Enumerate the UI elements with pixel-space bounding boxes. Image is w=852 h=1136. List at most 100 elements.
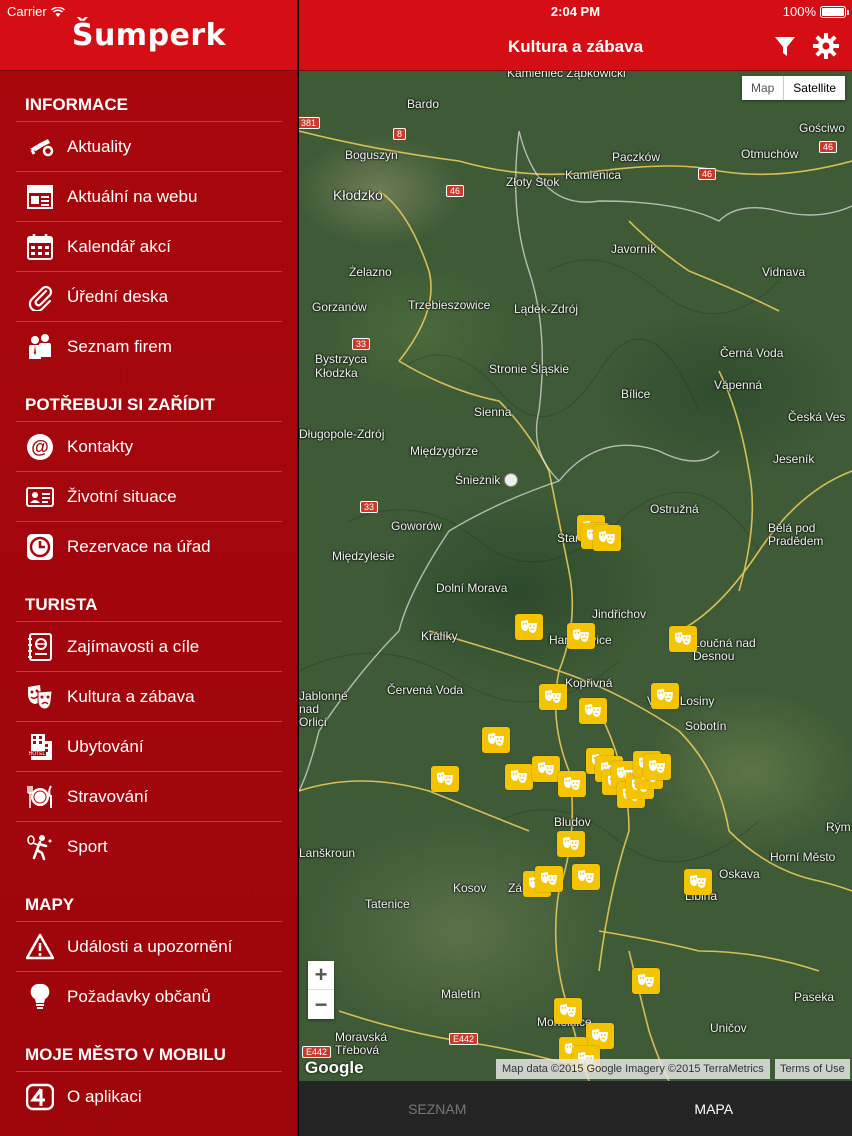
calendar-icon (23, 232, 57, 262)
road-number-sign: E442 (302, 1046, 332, 1058)
sidebar-item-label: Ubytování (67, 736, 144, 756)
zoom-in-button[interactable]: + (308, 961, 334, 990)
map-label: Dolní Morava (436, 581, 508, 595)
sidebar-item-udalosti[interactable]: Události a upozornění (16, 921, 282, 971)
culture-event-marker[interactable] (632, 968, 660, 994)
culture-event-marker[interactable] (572, 864, 600, 890)
map-label: Bludov (554, 815, 591, 829)
navigation-bar: 2:04 PM 100% Kultura a zábava (299, 0, 852, 71)
map-view[interactable]: Kamieniec Ząbkowicki Bardo Gościwo Bogus… (299, 71, 852, 1081)
culture-event-marker[interactable] (669, 626, 697, 652)
map-label: Lanškroun (299, 846, 356, 860)
sidebar-item-uredni-deska[interactable]: Úřední deska (16, 271, 282, 321)
main-content: 2:04 PM 100% Kultura a zábava Kamieniec … (299, 0, 852, 1136)
sidebar-item-seznam-firem[interactable]: Seznam firem (16, 321, 282, 371)
sidebar-item-rezervace[interactable]: Rezervace na úřad (16, 521, 282, 571)
road-number-sign: 8 (393, 128, 407, 140)
map-attribution: Map data ©2015 Google Imagery ©2015 Terr… (496, 1059, 770, 1079)
road-number-sign: 381 (299, 117, 321, 129)
sidebar-item-aktuality[interactable]: Aktuality (16, 121, 282, 171)
road-number-sign: 46 (819, 141, 838, 153)
culture-event-marker[interactable] (482, 727, 510, 753)
id-card-icon (23, 482, 57, 512)
map-label: Sobotín (685, 719, 727, 733)
bottom-tab-bar: SEZNAM MAPA (299, 1081, 852, 1136)
map-label: Boguszyn (345, 148, 398, 162)
culture-event-marker[interactable] (579, 698, 607, 724)
map-label: Żelazno (349, 265, 392, 279)
sidebar-item-kultura[interactable]: Kultura a zábava (16, 671, 282, 721)
business-people-icon (23, 332, 57, 362)
road-number-sign: 33 (352, 338, 371, 350)
gear-icon[interactable] (812, 32, 840, 60)
zoom-out-button[interactable]: − (308, 990, 334, 1019)
culture-event-marker[interactable] (557, 831, 585, 857)
sidebar-item-aktualni-na-webu[interactable]: Aktuální na webu (16, 171, 282, 221)
zoom-control: + − (308, 961, 334, 1019)
map-type-map-button[interactable]: Map (742, 76, 783, 100)
culture-event-marker[interactable] (684, 869, 712, 895)
culture-event-marker[interactable] (558, 771, 586, 797)
battery-icon (820, 5, 849, 18)
map-label: Gorzanów (312, 300, 367, 314)
culture-event-marker[interactable] (505, 764, 533, 790)
peak-icon (504, 473, 518, 487)
culture-event-marker[interactable] (431, 766, 459, 792)
map-label: Oskava (719, 867, 760, 881)
sidebar-item-label: Kontakty (67, 436, 134, 456)
map-label: Lądek-Zdrój (514, 302, 579, 316)
sidebar-item-label: Kalendář akcí (67, 236, 171, 256)
map-label: Česká Ves (788, 410, 846, 424)
culture-event-marker[interactable] (539, 684, 567, 710)
map-label: Moravská Třebová (335, 1030, 388, 1057)
map-label: Stronie Śląskie (489, 362, 570, 376)
map-label: Červená Voda (387, 683, 464, 697)
map-label: Jindřichov (592, 607, 647, 621)
sidebar-item-o-aplikaci[interactable]: O aplikaci (16, 1071, 282, 1121)
battery-percent: 100% (782, 4, 816, 19)
culture-event-marker[interactable] (515, 614, 543, 640)
map-label: Bělá pod Pradědem (768, 521, 824, 548)
sidebar-item-label: Sport (67, 836, 108, 856)
map-type-switch: Map Satellite (741, 76, 845, 100)
section-title-moje-mesto: MOJE MĚSTO V MOBILU (25, 1045, 226, 1064)
sidebar-item-kontakty[interactable]: @ Kontakty (16, 421, 282, 471)
map-type-satellite-button[interactable]: Satellite (783, 76, 845, 100)
map-label: Loučná nad Desnou (693, 636, 756, 663)
sidebar-item-kalendar-akci[interactable]: Kalendář akcí (16, 221, 282, 271)
filter-icon[interactable] (771, 32, 799, 60)
culture-event-marker[interactable] (593, 525, 621, 551)
sidebar-item-sport[interactable]: Sport (16, 821, 282, 871)
status-time: 2:04 PM (550, 4, 601, 19)
culture-event-marker[interactable] (643, 754, 671, 780)
app-4-icon (23, 1082, 57, 1112)
map-label: Horní Město (770, 850, 836, 864)
section-title-informace: INFORMACE (25, 95, 128, 114)
culture-event-marker[interactable] (554, 998, 582, 1024)
sidebar-item-stravovani[interactable]: Stravování (16, 771, 282, 821)
culture-event-marker[interactable] (651, 683, 679, 709)
terms-of-use-link[interactable]: Terms of Use (775, 1059, 850, 1079)
culture-event-marker[interactable] (532, 756, 560, 782)
culture-event-marker[interactable] (535, 866, 563, 892)
section-title-turista: TURISTA (25, 595, 98, 614)
sidebar-item-zajimavosti[interactable]: Zajímavosti a cíle (16, 621, 282, 671)
sidebar-item-label: Aktuality (67, 136, 132, 156)
sidebar-item-ubytovani[interactable]: HOTEL Ubytování (16, 721, 282, 771)
at-icon: @ (23, 432, 57, 462)
road-number-sign: 33 (360, 501, 379, 513)
sidebar-item-label: Životní situace (67, 486, 177, 506)
sidebar-item-pozadavky[interactable]: Požadavky občanů (16, 971, 282, 1021)
sidebar-item-label: Stravování (67, 786, 149, 806)
map-label: Paczków (612, 150, 661, 164)
sidebar-item-label: Požadavky občanů (67, 986, 211, 1006)
status-battery: 100% (782, 4, 849, 19)
tab-seznam[interactable]: SEZNAM (299, 1081, 576, 1136)
map-roads-and-borders (299, 130, 852, 1081)
culture-event-marker[interactable] (567, 623, 595, 649)
tennis-icon (23, 832, 57, 862)
tab-mapa[interactable]: MAPA (576, 1081, 852, 1136)
sidebar-item-zivotni-situace[interactable]: Životní situace (16, 471, 282, 521)
wifi-icon (50, 6, 65, 17)
svg-text:HOTEL: HOTEL (29, 751, 46, 757)
